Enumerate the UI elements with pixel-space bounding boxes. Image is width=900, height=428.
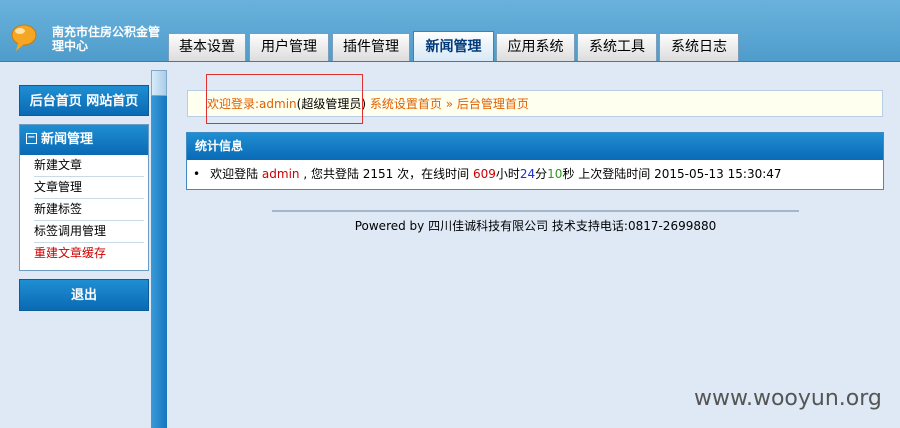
sidebar-toggle-strip[interactable] [151, 70, 167, 428]
tab-system-log[interactable]: 系统日志 [659, 33, 739, 61]
collapse-minus-icon[interactable]: − [26, 133, 37, 144]
stats-minutes: 24 [519, 167, 536, 181]
sidebar-top-links[interactable]: 后台首页 网站首页 [19, 85, 149, 116]
stats-bullet: • [193, 167, 201, 181]
stats-text-1: 欢迎登陆 [210, 167, 262, 181]
sidebar-section-title: 新闻管理 [41, 132, 94, 147]
tab-system-tools[interactable]: 系统工具 [577, 33, 657, 61]
tab-news-management[interactable]: 新闻管理 [413, 31, 494, 62]
watermark: www.wooyun.org [694, 386, 882, 411]
stats-text-5: 秒 上次登陆时间 2015-05-13 15:30:47 [562, 167, 782, 181]
stats-hours: 609 [472, 167, 496, 181]
sidebar-item-new-tag[interactable]: 新建标签 [34, 199, 144, 221]
highlight-annotation-box [206, 74, 363, 124]
logout-button[interactable]: 退出 [19, 279, 149, 311]
footer-divider [272, 210, 799, 212]
sidebar-toggle-handle[interactable] [151, 70, 167, 96]
sidebar-item-article-management[interactable]: 文章管理 [34, 177, 144, 199]
org-name: 南充市住房公积金管理中心 [52, 25, 161, 53]
sidebar-item-rebuild-cache[interactable]: 重建文章缓存 [34, 243, 144, 264]
stats-panel: 统计信息 • 欢迎登陆 admin , 您共登陆 2151 次，在线时间 609小… [186, 132, 884, 190]
stats-seconds: 10 [547, 167, 563, 181]
sidebar-item-new-article[interactable]: 新建文章 [34, 155, 144, 177]
stats-panel-body: • 欢迎登陆 admin , 您共登陆 2151 次，在线时间 609小时24分1… [187, 160, 883, 189]
admin-home-link[interactable]: 后台管理首页 [457, 97, 529, 111]
sidebar-section-header[interactable]: − 新闻管理 [20, 125, 148, 155]
stats-text-4: 分 [535, 167, 548, 181]
stats-user: admin [261, 167, 300, 181]
stats-text-3: 小时 [495, 167, 520, 181]
header: 南充市住房公积金管理中心 基本设置 用户管理 插件管理 新闻管理 应用系统 系统… [0, 0, 900, 62]
header-divider [0, 61, 900, 62]
tab-applications[interactable]: 应用系统 [496, 33, 575, 61]
speech-bubble-logo-icon [11, 24, 37, 51]
tab-plugin-management[interactable]: 插件管理 [332, 33, 410, 61]
tab-basic-settings[interactable]: 基本设置 [168, 33, 246, 61]
system-settings-home-link[interactable]: 系统设置首页 [370, 97, 442, 111]
stats-text-2: , 您共登陆 2151 次，在线时间 [299, 167, 473, 181]
tab-user-management[interactable]: 用户管理 [249, 33, 329, 61]
breadcrumb-separator: » [441, 97, 457, 111]
sidebar-item-tag-call-management[interactable]: 标签调用管理 [34, 221, 144, 243]
sidebar-menu: − 新闻管理 新建文章 文章管理 新建标签 标签调用管理 重建文章缓存 [19, 124, 149, 271]
footer-text: Powered by 四川佳诚科技有限公司 技术支持电话:0817-269988… [354, 219, 717, 233]
stats-panel-title: 统计信息 [187, 133, 883, 160]
